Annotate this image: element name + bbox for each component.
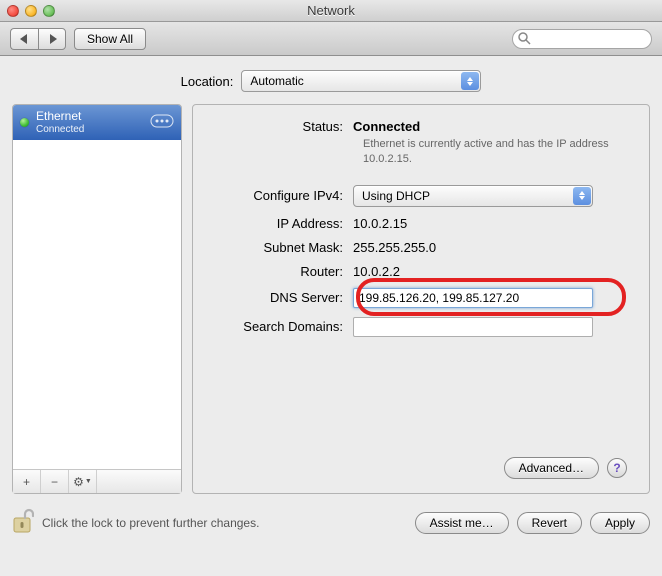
lock-text: Click the lock to prevent further change…: [42, 516, 259, 530]
forward-button[interactable]: [38, 28, 66, 50]
window-title: Network: [0, 3, 662, 18]
location-label: Location:: [181, 74, 234, 89]
status-label: Status:: [213, 119, 353, 134]
select-arrows-icon: [461, 72, 479, 90]
dns-server-label: DNS Server:: [213, 290, 353, 305]
ip-address-label: IP Address:: [213, 216, 353, 231]
location-row: Location: Automatic: [12, 70, 650, 92]
add-service-button[interactable]: +: [13, 470, 41, 493]
ethernet-icon: [150, 112, 174, 133]
footer: Click the lock to prevent further change…: [12, 508, 650, 537]
apply-button[interactable]: Apply: [590, 512, 650, 534]
configure-ipv4-label: Configure IPv4:: [213, 188, 353, 203]
location-select[interactable]: Automatic: [241, 70, 481, 92]
help-button[interactable]: ?: [607, 458, 627, 478]
ip-address-value: 10.0.2.15: [353, 216, 629, 231]
search-domains-label: Search Domains:: [213, 319, 353, 334]
sidebar-footer: + − ⚙︎▼: [13, 469, 181, 493]
minus-icon: −: [51, 475, 58, 489]
status-description: Ethernet is currently active and has the…: [363, 137, 613, 167]
gear-icon: ⚙︎: [73, 475, 84, 489]
lock-wrap: Click the lock to prevent further change…: [12, 508, 407, 537]
subnet-mask-value: 255.255.255.0: [353, 240, 629, 255]
advanced-button[interactable]: Advanced…: [504, 457, 599, 479]
services-list: Ethernet Connected: [13, 105, 181, 469]
service-options-button[interactable]: ⚙︎▼: [69, 470, 97, 493]
help-icon: ?: [613, 461, 620, 475]
search-field-wrap: [512, 29, 652, 49]
plus-icon: +: [23, 475, 30, 489]
router-label: Router:: [213, 264, 353, 279]
search-input[interactable]: [512, 29, 652, 49]
subnet-mask-label: Subnet Mask:: [213, 240, 353, 255]
status-dot-icon: [20, 118, 29, 127]
nav-seg: [10, 28, 66, 50]
select-arrows-icon: [573, 187, 591, 205]
dns-server-input[interactable]: [353, 288, 593, 308]
router-value: 10.0.2.2: [353, 264, 629, 279]
service-name: Ethernet: [36, 110, 84, 124]
configure-ipv4-select[interactable]: Using DHCP: [353, 185, 593, 207]
services-sidebar: Ethernet Connected + − ⚙︎▼: [12, 104, 182, 494]
unlocked-lock-icon[interactable]: [12, 508, 34, 537]
location-value: Automatic: [242, 71, 480, 91]
assist-me-button[interactable]: Assist me…: [415, 512, 509, 534]
configure-ipv4-value: Using DHCP: [354, 186, 592, 206]
service-item-ethernet[interactable]: Ethernet Connected: [13, 105, 181, 140]
show-all-button[interactable]: Show All: [74, 28, 146, 50]
revert-button[interactable]: Revert: [517, 512, 582, 534]
search-domains-input[interactable]: [353, 317, 593, 337]
back-button[interactable]: [10, 28, 38, 50]
chevron-down-icon: ▼: [85, 478, 92, 485]
titlebar: Network: [0, 0, 662, 22]
service-status: Connected: [36, 124, 84, 136]
status-value: Connected: [353, 119, 629, 134]
back-arrow-icon: [20, 34, 29, 44]
service-info: Ethernet Connected: [36, 110, 84, 135]
toolbar: Show All: [0, 22, 662, 56]
forward-arrow-icon: [48, 34, 57, 44]
remove-service-button[interactable]: −: [41, 470, 69, 493]
details-panel: Status: Connected Ethernet is currently …: [192, 104, 650, 494]
search-icon: [518, 32, 531, 48]
